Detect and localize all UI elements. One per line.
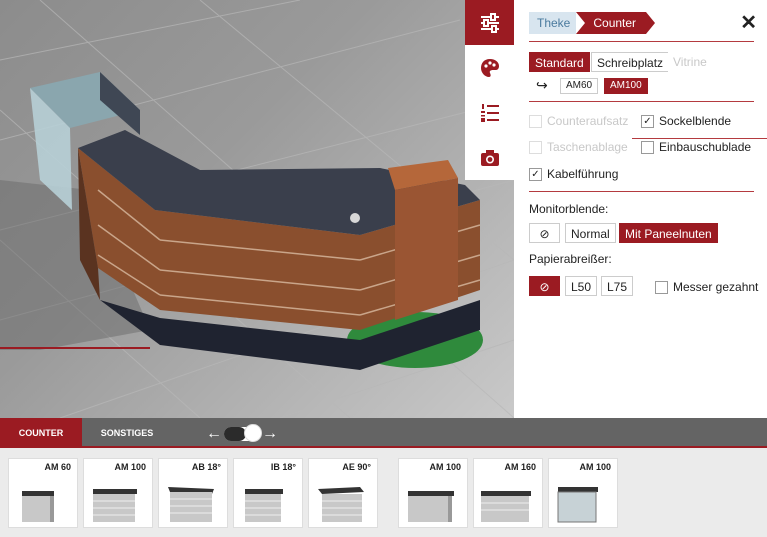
checkbox-box — [529, 114, 542, 128]
paper-none-button[interactable]: ⊘ — [529, 276, 560, 296]
counteraufsatz-label: Counteraufsatz — [547, 114, 629, 128]
catalog-item[interactable]: AM 60 — [8, 458, 78, 528]
divider — [529, 41, 754, 42]
item-catalog: AM 60 AM 100 AB 18° IB 18° AE 90° AM 100… — [0, 448, 767, 537]
messer-gezahnt-label: Messer gezahnt — [673, 280, 759, 294]
catalog-item[interactable]: IB 18° — [233, 458, 303, 528]
category-bar: COUNTER SONSTIGES ← → — [0, 418, 767, 448]
breadcrumb-theke[interactable]: Theke — [529, 12, 577, 34]
item-thumbnail — [318, 487, 364, 522]
tool-strip — [465, 0, 514, 180]
view-toggle[interactable]: ← → — [206, 424, 278, 443]
return-arrow-icon: ↪ — [536, 77, 548, 93]
tab-counter[interactable]: COUNTER — [0, 418, 82, 448]
sockelblende-label: Sockelblende — [659, 114, 732, 128]
catalog-item[interactable]: AM 100 — [398, 458, 468, 528]
checkbox-box: ✓ — [641, 114, 654, 128]
monitor-normal-button[interactable]: Normal — [565, 223, 616, 243]
toggle-track[interactable] — [224, 424, 262, 442]
arrow-left-icon[interactable]: ← — [206, 425, 222, 443]
list-numbered-icon — [480, 103, 499, 122]
taschenablage-label: Taschenablage — [547, 140, 628, 154]
counter-3d-render — [0, 0, 514, 418]
einbauschublade-checkbox[interactable]: Einbauschublade — [641, 139, 751, 155]
monitor-paneelnuten-button[interactable]: Mit Paneelnuten — [619, 223, 718, 243]
monitor-none-button[interactable]: ⊘ — [529, 223, 560, 243]
divider — [529, 101, 754, 102]
paper-l75-button[interactable]: L75 — [601, 276, 634, 296]
configuration-panel: Theke Counter ✕ Standard Schreibplatz Vi… — [514, 0, 767, 418]
item-label: AM 100 — [429, 462, 461, 472]
counteraufsatz-checkbox[interactable]: Counteraufsatz — [529, 113, 628, 129]
item-thumbnail — [245, 489, 283, 522]
item-label: AM 100 — [579, 462, 611, 472]
catalog-item[interactable]: AB 18° — [158, 458, 228, 528]
item-thumbnail — [93, 489, 137, 522]
paper-l50-button[interactable]: L50 — [565, 276, 598, 296]
kabelfuehrung-label: Kabelführung — [547, 167, 619, 181]
sliders-icon — [480, 12, 499, 33]
close-icon[interactable]: ✕ — [740, 10, 757, 35]
kabelfuehrung-checkbox[interactable]: ✓ Kabelführung — [529, 166, 618, 182]
item-label: AM 60 — [44, 462, 71, 472]
tab-sonstiges[interactable]: SONSTIGES — [92, 418, 162, 448]
divider — [529, 191, 754, 192]
checkbox-box: ✓ — [529, 167, 542, 181]
messer-gezahnt-checkbox[interactable]: Messer gezahnt — [655, 279, 758, 295]
checkbox-box — [641, 140, 654, 154]
item-thumbnail — [557, 487, 598, 523]
item-thumbnail — [168, 487, 214, 522]
size-am100-button[interactable]: AM100 — [604, 78, 648, 94]
parts-list-tool-button[interactable] — [465, 90, 514, 135]
item-label: IB 18° — [270, 462, 296, 472]
breadcrumb-counter[interactable]: Counter — [576, 12, 655, 34]
item-thumbnail — [22, 491, 54, 522]
item-label: AB 18° — [191, 462, 221, 472]
papierabreisser-label: Papierabreißer: — [529, 252, 612, 266]
type-standard-button[interactable]: Standard — [529, 52, 590, 72]
camera-icon — [480, 149, 499, 166]
toggle-thumb[interactable] — [244, 424, 262, 442]
arrow-right-icon[interactable]: → — [262, 425, 278, 443]
breadcrumb: Theke Counter — [529, 12, 655, 34]
item-label: AM 100 — [114, 462, 146, 472]
screenshot-tool-button[interactable] — [465, 135, 514, 180]
item-thumbnail — [481, 491, 531, 522]
configure-tool-button[interactable] — [465, 0, 514, 45]
palette-icon — [480, 58, 499, 77]
material-tool-button[interactable] — [465, 45, 514, 90]
item-thumbnail — [408, 491, 454, 522]
catalog-item[interactable]: AM 100 — [548, 458, 618, 528]
3d-viewport[interactable] — [0, 0, 514, 418]
item-label: AM 160 — [504, 462, 536, 472]
sockelblende-checkbox[interactable]: ✓ Sockelblende — [641, 113, 731, 129]
checkbox-box — [529, 140, 542, 154]
catalog-item[interactable]: AM 100 — [83, 458, 153, 528]
type-vitrine-button[interactable]: Vitrine — [668, 52, 712, 72]
einbauschublade-label: Einbauschublade — [659, 140, 752, 154]
catalog-item[interactable]: AM 160 — [473, 458, 543, 528]
type-schreibplatz-button[interactable]: Schreibplatz — [591, 52, 670, 72]
taschenablage-checkbox[interactable]: Taschenablage — [529, 139, 628, 155]
catalog-item[interactable]: AE 90° — [308, 458, 378, 528]
item-label: AE 90° — [342, 462, 371, 472]
size-am60-button[interactable]: AM60 — [560, 78, 599, 94]
monitorblende-label: Monitorblende: — [529, 202, 609, 216]
checkbox-box — [655, 280, 668, 294]
